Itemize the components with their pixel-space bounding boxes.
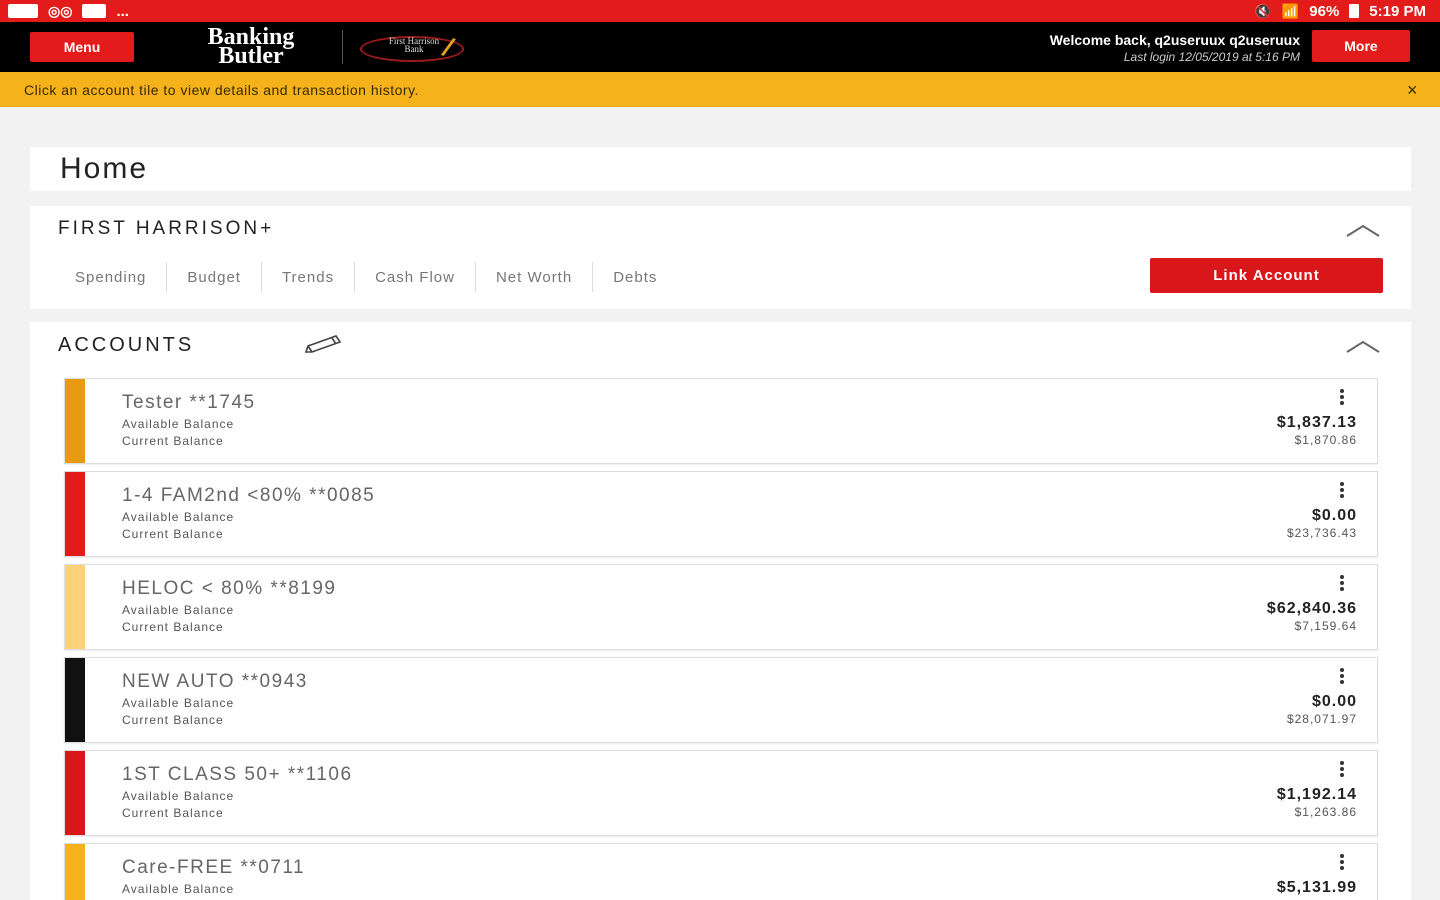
more-options-icon[interactable] <box>1337 482 1347 502</box>
status-bar: ◎◎ ... 🔇 📶 96% 5:19 PM <box>0 0 1440 22</box>
wifi-icon: 📶 <box>1281 2 1300 19</box>
current-balance-value: $28,071.97 <box>1286 712 1357 726</box>
account-color-bar <box>65 658 85 742</box>
current-balance-label: Current Balance <box>122 713 224 727</box>
current-balance-label: Current Balance <box>122 434 224 448</box>
tab-debts[interactable]: Debts <box>593 262 677 292</box>
accounts-title: ACCOUNTS <box>58 334 195 356</box>
account-name: NEW AUTO **0943 <box>122 671 308 692</box>
tab-trends[interactable]: Trends <box>262 262 356 292</box>
first-harrison-plus-panel: FIRST HARRISON+ Spending Budget Trends C… <box>30 206 1411 309</box>
account-name: Tester **1745 <box>122 392 256 413</box>
account-color-bar <box>65 472 85 556</box>
app-header: Menu Banking Butler First Harrison Bank … <box>0 22 1440 72</box>
available-balance-value: $1,837.13 <box>1276 414 1357 431</box>
last-login-text: Last login 12/05/2019 at 5:16 PM <box>1123 50 1300 64</box>
account-color-bar <box>65 565 85 649</box>
account-tile[interactable]: Tester **1745 Available Balance Current … <box>64 378 1378 464</box>
first-harrison-bank-logo: First Harrison Bank / <box>360 32 478 64</box>
tab-cash-flow[interactable]: Cash Flow <box>355 262 476 292</box>
battery-icon <box>1349 4 1360 18</box>
bank-logo-text: First Harrison Bank <box>388 36 440 54</box>
battery-percent: 96% <box>1309 2 1340 20</box>
more-options-icon[interactable] <box>1337 389 1347 409</box>
account-name: 1ST CLASS 50+ **1106 <box>122 764 353 785</box>
more-notifications-indicator: ... <box>116 2 129 20</box>
current-balance-value: $1,870.86 <box>1294 433 1357 447</box>
image-icon <box>82 4 107 18</box>
accounts-panel: ACCOUNTS Tester **1745 Available Balance… <box>30 322 1411 900</box>
account-color-bar <box>65 379 85 463</box>
account-tile[interactable]: NEW AUTO **0943 Available Balance Curren… <box>64 657 1378 743</box>
voicemail-icon: ◎◎ <box>48 2 73 19</box>
available-balance-value: $0.00 <box>1311 693 1357 710</box>
collapse-chevron-up-icon[interactable] <box>1345 338 1381 354</box>
first-harrison-plus-title: FIRST HARRISON+ <box>58 218 275 239</box>
current-balance-label: Current Balance <box>122 806 224 820</box>
collapse-chevron-up-icon[interactable] <box>1345 222 1381 238</box>
notification-icon <box>8 4 38 18</box>
available-balance-label: Available Balance <box>122 603 235 617</box>
more-options-icon[interactable] <box>1337 668 1347 688</box>
available-balance-value: $0.00 <box>1311 507 1357 524</box>
account-tile[interactable]: Care-FREE **0711 Available Balance $5,13… <box>64 843 1378 900</box>
link-account-button[interactable]: Link Account <box>1150 258 1383 293</box>
account-name: Care-FREE **0711 <box>122 857 306 878</box>
available-balance-label: Available Balance <box>122 696 235 710</box>
finance-tabs: Spending Budget Trends Cash Flow Net Wor… <box>60 262 677 292</box>
edit-pencil-icon[interactable] <box>300 334 344 356</box>
available-balance-value: $5,131.99 <box>1276 879 1357 896</box>
available-balance-value: $62,840.36 <box>1266 600 1357 617</box>
available-balance-label: Available Balance <box>122 789 235 803</box>
available-balance-label: Available Balance <box>122 882 235 896</box>
current-balance-value: $7,159.64 <box>1294 619 1357 633</box>
available-balance-value: $1,192.14 <box>1276 786 1357 803</box>
available-balance-label: Available Balance <box>122 510 235 524</box>
tab-net-worth[interactable]: Net Worth <box>476 262 594 292</box>
logo-divider <box>342 30 343 64</box>
account-tile[interactable]: 1-4 FAM2nd <80% **0085 Available Balance… <box>64 471 1378 557</box>
banking-butler-logo: Banking Butler <box>176 25 326 69</box>
close-icon[interactable]: × <box>1407 80 1418 101</box>
more-button[interactable]: More <box>1312 30 1410 62</box>
account-tile[interactable]: HELOC < 80% **8199 Available Balance Cur… <box>64 564 1378 650</box>
page-title-card: Home <box>30 147 1411 191</box>
available-balance-label: Available Balance <box>122 417 235 431</box>
current-balance-label: Current Balance <box>122 527 224 541</box>
page-title: Home <box>60 152 149 185</box>
tab-budget[interactable]: Budget <box>167 262 262 292</box>
info-banner: Click an account tile to view details an… <box>0 72 1440 107</box>
account-tile[interactable]: 1ST CLASS 50+ **1106 Available Balance C… <box>64 750 1378 836</box>
account-name: HELOC < 80% **8199 <box>122 578 337 599</box>
info-banner-text: Click an account tile to view details an… <box>24 81 419 98</box>
more-options-icon[interactable] <box>1337 854 1347 874</box>
current-balance-label: Current Balance <box>122 620 224 634</box>
account-name: 1-4 FAM2nd <80% **0085 <box>122 485 376 506</box>
more-options-icon[interactable] <box>1337 761 1347 781</box>
welcome-text: Welcome back, q2useruux q2useruux <box>1049 32 1300 48</box>
current-balance-value: $23,736.43 <box>1286 526 1357 540</box>
clock: 5:19 PM <box>1369 2 1426 20</box>
account-color-bar <box>65 844 85 900</box>
current-balance-value: $1,263.86 <box>1294 805 1357 819</box>
mute-icon: 🔇 <box>1254 2 1272 19</box>
account-color-bar <box>65 751 85 835</box>
menu-button[interactable]: Menu <box>30 32 134 62</box>
logo-line-2: Butler <box>218 43 284 69</box>
more-options-icon[interactable] <box>1337 575 1347 595</box>
welcome-message: Welcome back, q2useruux q2useruux Last l… <box>1050 32 1300 64</box>
tab-spending[interactable]: Spending <box>60 262 168 292</box>
